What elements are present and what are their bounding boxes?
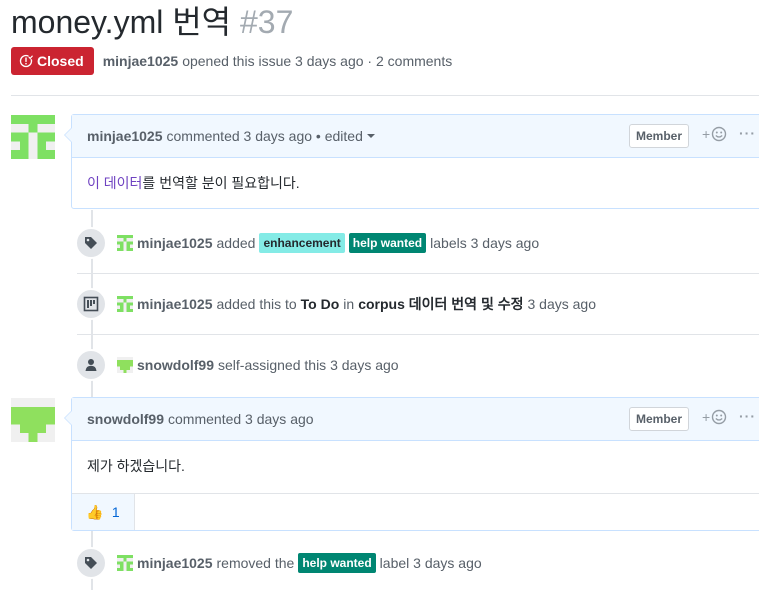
event-joiner: in [343, 296, 355, 312]
avatar-snowdolf99[interactable] [117, 357, 133, 373]
event-divider [77, 334, 759, 335]
add-reaction-plus: + [702, 126, 711, 142]
smiley-icon [711, 409, 727, 425]
header-divider [11, 95, 759, 96]
event-self-assigned: snowdolf99 self-assigned this 3 days ago [75, 349, 759, 381]
event-action: removed the [216, 555, 295, 571]
member-badge: Member [629, 124, 690, 148]
event-actor-link[interactable]: snowdolf99 [137, 357, 214, 373]
thumbs-up-icon: 👍 [86, 503, 104, 520]
issue-title-text: money.yml 번역 [11, 4, 232, 40]
issue-meta: Closed minjae1025 opened this issue 3 da… [11, 47, 452, 75]
comment-body-text: 를 번역할 분이 필요합니다. [142, 175, 300, 191]
reactions-bar: 👍 1 [72, 493, 759, 530]
comment-author-link[interactable]: snowdolf99 [87, 411, 164, 427]
event-project-added: minjae1025 added this to To Do in corpus… [75, 288, 759, 320]
state-badge: Closed [11, 47, 94, 75]
comment-body: 제가 하겠습니다. [87, 458, 185, 474]
project-link[interactable]: corpus 데이터 번역 및 수정 [358, 294, 523, 314]
event-action: added [216, 235, 256, 251]
avatar-minjae1025[interactable] [117, 296, 133, 312]
avatar-minjae1025[interactable] [11, 115, 55, 159]
thumbs-up-reaction[interactable]: 👍 1 [72, 494, 135, 530]
issue-closed-icon [19, 54, 33, 68]
event-actor-link[interactable]: minjae1025 [137, 555, 213, 571]
more-options-button[interactable]: ··· [739, 125, 756, 141]
person-icon [75, 349, 107, 381]
event-action: added this to [216, 296, 297, 312]
event-actor-link[interactable]: minjae1025 [137, 235, 213, 251]
event-labels-added: minjae1025 added enhancement help wanted… [75, 227, 759, 259]
edited-dropdown-icon[interactable] [366, 134, 375, 138]
issue-opened-text: opened this issue 3 days ago · 2 comment… [182, 53, 453, 69]
project-icon [75, 288, 107, 320]
comment-author-link[interactable]: minjae1025 [87, 128, 163, 144]
event-tail: labels 3 days ago [430, 235, 540, 251]
comment-header: snowdolf99 commented 3 days ago Member +… [72, 398, 759, 441]
issue-author-link[interactable]: minjae1025 [103, 53, 179, 69]
avatar-snowdolf99[interactable] [11, 398, 55, 442]
comment-meta: commented 3 days ago • edited [166, 128, 363, 144]
event-tail: label 3 days ago [379, 555, 482, 571]
event-time: 3 days ago [527, 296, 596, 312]
event-label-removed: minjae1025 removed the help wanted label… [75, 547, 759, 579]
label-help-wanted[interactable]: help wanted [298, 553, 376, 573]
tag-icon [75, 547, 107, 579]
label-help-wanted[interactable]: help wanted [348, 233, 427, 253]
smiley-icon [711, 126, 727, 142]
data-link[interactable]: 이 데이터 [87, 175, 142, 191]
issue-title: money.yml 번역 #37 [11, 2, 293, 42]
issue-number: #37 [240, 4, 294, 40]
label-enhancement[interactable]: enhancement [259, 233, 345, 253]
add-reaction-button[interactable]: + [702, 409, 727, 425]
event-action: self-assigned this 3 days ago [218, 357, 399, 373]
project-column: To Do [300, 296, 340, 312]
more-options-button[interactable]: ··· [739, 408, 756, 424]
comment-meta: commented 3 days ago [168, 411, 314, 427]
event-actor-link[interactable]: minjae1025 [137, 296, 213, 312]
avatar-minjae1025[interactable] [117, 235, 133, 251]
tag-icon [75, 227, 107, 259]
add-reaction-button[interactable]: + [702, 126, 727, 142]
event-divider [77, 273, 759, 274]
comment-header: minjae1025 commented 3 days ago • edited… [72, 115, 759, 158]
member-badge: Member [629, 407, 690, 431]
comment-body: 이 데이터를 번역할 분이 필요합니다. [72, 158, 759, 208]
add-reaction-plus: + [702, 409, 711, 425]
state-label: Closed [37, 53, 84, 69]
comment-1: minjae1025 commented 3 days ago • edited… [64, 114, 759, 209]
comment-2: snowdolf99 commented 3 days ago Member +… [64, 397, 759, 531]
reaction-count: 1 [111, 504, 120, 520]
avatar-minjae1025[interactable] [117, 555, 133, 571]
